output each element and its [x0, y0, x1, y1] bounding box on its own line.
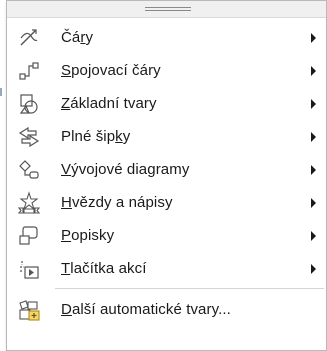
autoshapes-menu: Čáry Spojovací čáry Základní tvary Plné …	[6, 0, 327, 351]
connectors-icon	[17, 59, 41, 83]
block-arrows-icon	[17, 125, 41, 149]
menu-item-label: Tlačítka akcí	[61, 260, 147, 277]
grip-line	[145, 7, 191, 8]
menu-item-label: Spojovací čáry	[61, 62, 161, 79]
more-autoshapes-icon	[17, 298, 41, 322]
menu-item-flowchart[interactable]: Vývojové diagramy	[7, 153, 326, 186]
menu-item-action-buttons[interactable]: Tlačítka akcí	[7, 252, 326, 285]
menu-item-basic-shapes[interactable]: Základní tvary	[7, 87, 326, 120]
grip-line	[145, 10, 191, 11]
menu-item-block-arrows[interactable]: Plné šipky	[7, 120, 326, 153]
menu-item-label: Plné šipky	[61, 128, 131, 145]
menu-item-label: Čáry	[61, 29, 94, 46]
submenu-arrow-icon	[311, 33, 316, 43]
basic-shapes-icon	[17, 92, 41, 116]
flowchart-icon	[17, 158, 41, 182]
menu-item-label: Základní tvary	[61, 95, 157, 112]
menu-item-connectors[interactable]: Spojovací čáry	[7, 54, 326, 87]
menu-item-label: Vývojové diagramy	[61, 161, 190, 178]
submenu-arrow-icon	[311, 231, 316, 241]
submenu-arrow-icon	[311, 264, 316, 274]
submenu-arrow-icon	[311, 132, 316, 142]
menu-item-label: Popisky	[61, 227, 115, 244]
menu-separator	[55, 288, 324, 289]
action-buttons-icon	[17, 257, 41, 281]
menu-item-label: Další automatické tvary...	[61, 301, 231, 318]
background-fragment	[0, 88, 2, 96]
menu-item-stars-banners[interactable]: Hvězdy a nápisy	[7, 186, 326, 219]
stars-banners-icon	[17, 191, 41, 215]
menu-item-more-autoshapes[interactable]: Další automatické tvary...	[7, 293, 326, 326]
menu-item-lines[interactable]: Čáry	[7, 21, 326, 54]
submenu-arrow-icon	[311, 198, 316, 208]
callouts-icon	[17, 224, 41, 248]
submenu-arrow-icon	[311, 66, 316, 76]
menu-drag-handle[interactable]	[7, 1, 326, 18]
submenu-arrow-icon	[311, 99, 316, 109]
submenu-arrow-icon	[311, 165, 316, 175]
menu-item-label: Hvězdy a nápisy	[61, 194, 173, 211]
lines-icon	[17, 26, 41, 50]
menu-items: Čáry Spojovací čáry Základní tvary Plné …	[7, 21, 326, 326]
menu-item-callouts[interactable]: Popisky	[7, 219, 326, 252]
